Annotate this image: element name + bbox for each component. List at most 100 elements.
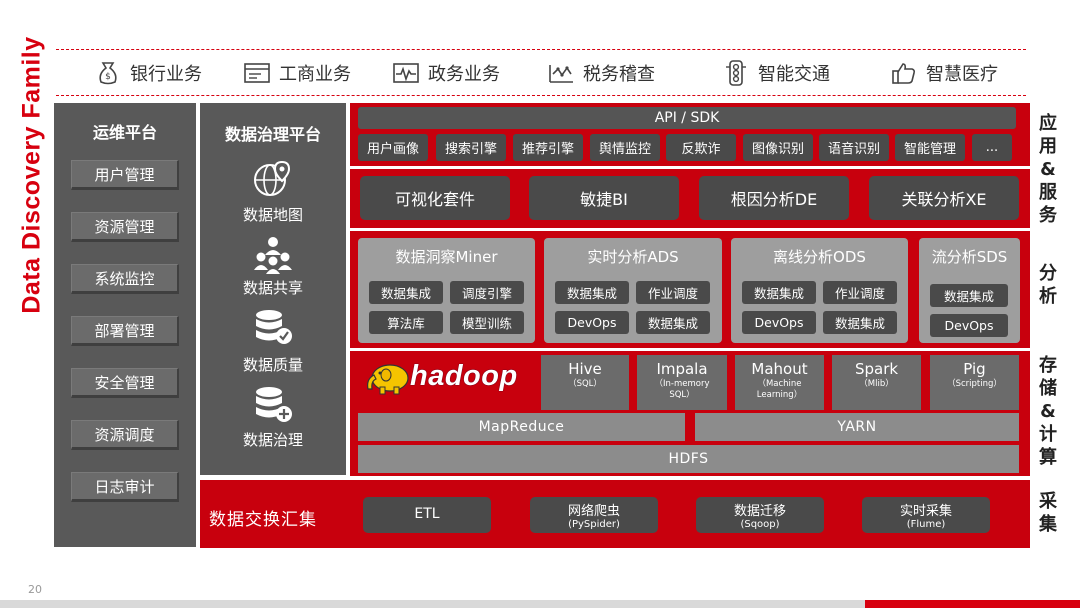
tool-mahout[interactable]: Mahout （Machine Learning） xyxy=(735,355,824,410)
api-sdk-bar[interactable]: API / SDK xyxy=(358,107,1016,129)
ops-item-deployment[interactable]: 部署管理 xyxy=(71,316,179,346)
governance-item-label: 数据质量 xyxy=(242,356,303,374)
industry-label: 工商业务 xyxy=(279,64,351,85)
svg-text:$: $ xyxy=(105,72,111,82)
tool-name: Impala xyxy=(656,360,708,378)
application-panel: API / SDK 用户画像 搜索引擎 推荐引擎 舆情监控 反欺诈 图像识别 语… xyxy=(350,103,1030,166)
module-item[interactable]: 数据集成 xyxy=(742,281,816,304)
database-add-icon xyxy=(256,387,292,422)
ops-item-system-monitoring[interactable]: 系统监控 xyxy=(71,264,179,294)
hdfs-bar[interactable]: HDFS xyxy=(358,445,1019,473)
industry-label: 政务业务 xyxy=(428,64,500,85)
tool-spark[interactable]: Spark （Mlib） xyxy=(832,355,921,410)
industry-label: 银行业务 xyxy=(130,64,202,85)
tool-name: Spark xyxy=(854,360,899,378)
app-recommend-engine[interactable]: 推荐引擎 xyxy=(513,134,583,161)
yarn-bar[interactable]: YARN xyxy=(695,413,1019,441)
app-search-engine[interactable]: 搜索引擎 xyxy=(436,134,506,161)
module-item[interactable]: DevOps xyxy=(930,314,1008,337)
module-item[interactable]: DevOps xyxy=(555,311,629,334)
app-more[interactable]: ... xyxy=(972,134,1012,161)
module-item[interactable]: 数据集成 xyxy=(930,284,1008,307)
module-item[interactable]: 模型训练 xyxy=(450,311,524,334)
app-anti-fraud[interactable]: 反欺诈 xyxy=(666,134,736,161)
collect-subtitle: (Sqoop) xyxy=(740,519,780,530)
tool-subtitle: （Machine Learning） xyxy=(756,379,803,400)
slide: Data Discovery Family $ 银行业务 工商业务 政务业务 税… xyxy=(0,0,1080,608)
module-item[interactable]: 算法库 xyxy=(369,311,443,334)
ops-platform-title: 运维平台 xyxy=(92,123,157,142)
tool-name: Pig xyxy=(963,360,986,378)
tool-pig[interactable]: Pig （Scripting） xyxy=(930,355,1019,410)
module-item[interactable]: DevOps xyxy=(742,311,816,334)
visualization-panel: 可视化套件 敏捷BI 根因分析DE 关联分析XE xyxy=(350,169,1030,228)
analysis-offline-ods[interactable]: 离线分析ODS 数据集成 作业调度 DevOps 数据集成 xyxy=(731,238,908,343)
tool-subtitle: （In-memory SQL） xyxy=(654,379,710,400)
analysis-module-title: 实时分析ADS xyxy=(587,248,679,266)
collect-name: ETL xyxy=(414,506,440,522)
collect-web-crawler[interactable]: 网络爬虫 (PySpider) xyxy=(530,497,658,533)
module-item[interactable]: 作业调度 xyxy=(636,281,710,304)
collect-name: 数据迁移 xyxy=(733,504,786,519)
collect-migration[interactable]: 数据迁移 (Sqoop) xyxy=(696,497,824,533)
side-title-text: Data Discovery Family xyxy=(17,36,46,314)
bank-icon: $ xyxy=(99,62,117,85)
viz-agile-bi[interactable]: 敏捷BI xyxy=(529,176,679,220)
collect-name: 网络爬虫 xyxy=(567,504,620,519)
analysis-module-title: 离线分析ODS xyxy=(773,248,866,266)
analysis-miner[interactable]: 数据洞察Miner 数据集成 调度引擎 算法库 模型训练 xyxy=(358,238,535,343)
hadoop-logo: hadoop xyxy=(364,359,534,399)
module-item[interactable]: 数据集成 xyxy=(555,281,629,304)
industry-commerce: 工商业务 xyxy=(243,58,351,88)
ops-item-audit-log[interactable]: 日志审计 xyxy=(71,472,179,502)
tax-check-icon xyxy=(549,65,573,83)
app-sentiment-monitor[interactable]: 舆情监控 xyxy=(590,134,660,161)
license-icon xyxy=(244,63,270,83)
tool-impala[interactable]: Impala （In-memory SQL） xyxy=(637,355,727,410)
traffic-light-icon xyxy=(726,60,746,86)
module-item[interactable]: 数据集成 xyxy=(636,311,710,334)
hadoop-elephant-icon xyxy=(367,364,409,395)
analysis-realtime-ads[interactable]: 实时分析ADS 数据集成 作业调度 DevOps 数据集成 xyxy=(544,238,722,343)
hadoop-logo-text: hadoop xyxy=(410,360,518,392)
collect-etl[interactable]: ETL xyxy=(363,497,491,533)
app-smart-management[interactable]: 智能管理 xyxy=(895,134,965,161)
ops-item-scheduling[interactable]: 资源调度 xyxy=(71,420,179,450)
ops-platform-panel: 运维平台 用户管理 资源管理 系统监控 部署管理 安全管理 资源调度 日志审计 xyxy=(54,103,196,547)
layer-label-collection: 采集 xyxy=(1039,491,1057,535)
ops-item-security[interactable]: 安全管理 xyxy=(71,368,179,398)
mapreduce-bar[interactable]: MapReduce xyxy=(358,413,685,441)
pulse-icon xyxy=(393,63,419,83)
module-item[interactable]: 调度引擎 xyxy=(450,281,524,304)
governance-item-label: 数据共享 xyxy=(242,279,303,297)
industry-government: 政务业务 xyxy=(392,58,500,88)
ops-item-resource-management[interactable]: 资源管理 xyxy=(71,212,179,242)
ops-item-user-management[interactable]: 用户管理 xyxy=(71,160,179,190)
thumbs-up-icon xyxy=(892,63,916,84)
viz-suite[interactable]: 可视化套件 xyxy=(360,176,510,220)
analysis-stream-sds[interactable]: 流分析SDS 数据集成 DevOps xyxy=(919,238,1020,343)
governance-title: 数据治理平台 xyxy=(224,125,321,144)
tool-subtitle: （SQL） xyxy=(568,379,602,389)
tool-hive[interactable]: Hive （SQL） xyxy=(541,355,629,410)
app-speech-recognition[interactable]: 语音识别 xyxy=(819,134,889,161)
app-user-profile[interactable]: 用户画像 xyxy=(358,134,428,161)
database-check-icon xyxy=(256,310,292,344)
tool-name: Mahout xyxy=(751,360,808,378)
governance-panel: 数据治理平台 数据地图 数据共享 数据质量 数据治理 xyxy=(200,103,346,475)
collect-realtime[interactable]: 实时采集 (Flume) xyxy=(862,497,990,533)
viz-root-cause-de[interactable]: 根因分析DE xyxy=(699,176,849,220)
viz-correlation-xe[interactable]: 关联分析XE xyxy=(869,176,1019,220)
analysis-panel: 数据洞察Miner 数据集成 调度引擎 算法库 模型训练 实时分析ADS 数据集… xyxy=(350,231,1030,348)
app-image-recognition[interactable]: 图像识别 xyxy=(743,134,813,161)
governance-item-label: 数据治理 xyxy=(242,431,303,449)
industry-medical: 智慧医疗 xyxy=(890,58,998,88)
industry-label: 智能交通 xyxy=(758,64,830,85)
module-item[interactable]: 作业调度 xyxy=(823,281,897,304)
industry-label: 税务稽查 xyxy=(583,64,655,85)
governance-item-label: 数据地图 xyxy=(242,206,303,224)
module-item[interactable]: 数据集成 xyxy=(823,311,897,334)
layer-label-storage: 存储&计算 xyxy=(1039,355,1057,468)
collect-name: 实时采集 xyxy=(899,504,952,519)
module-item[interactable]: 数据集成 xyxy=(369,281,443,304)
